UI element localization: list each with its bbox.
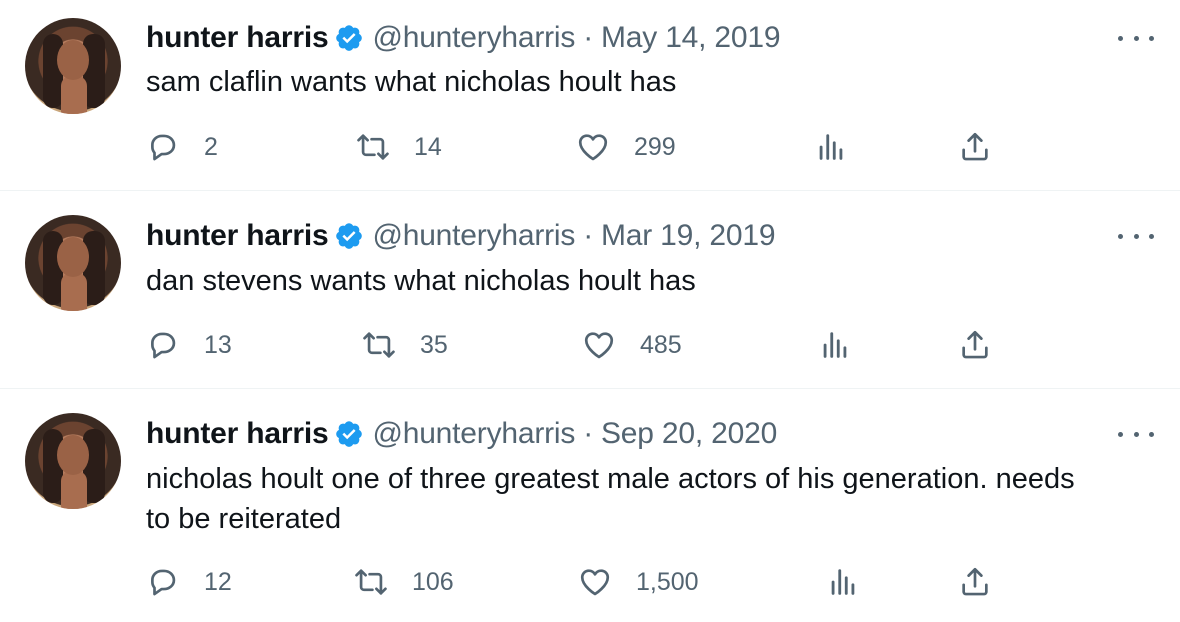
reply-icon <box>151 134 176 161</box>
views-button[interactable] <box>818 328 852 362</box>
more-icon[interactable] <box>1118 424 1154 444</box>
heart-icon <box>578 134 608 161</box>
views-icon <box>831 569 855 595</box>
tweet[interactable]: hunter harris @hunteryharris · Mar 19, 2… <box>0 191 1180 388</box>
reply-button[interactable]: 2 <box>146 130 218 164</box>
tweet-text-line: sam claflin wants what nicholas hoult ha… <box>146 66 677 98</box>
user-handle[interactable]: @hunteryharris <box>372 21 575 55</box>
reply-button[interactable]: 13 <box>146 328 232 362</box>
tweet-text-line: dan stevens wants what nicholas hoult ha… <box>146 265 696 297</box>
tweet-text: sam claflin wants what nicholas hoult ha… <box>146 62 1146 102</box>
display-name[interactable]: hunter harris <box>146 417 329 451</box>
share-icon <box>962 330 988 359</box>
more-icon[interactable] <box>1118 28 1154 48</box>
retweet-button[interactable]: 106 <box>354 565 454 599</box>
retweet-icon <box>363 332 395 358</box>
tweet-header: hunter harris @hunteryharris · Sep 20, 2… <box>146 416 777 452</box>
views-button[interactable] <box>814 130 848 164</box>
tweet[interactable]: hunter harris @hunteryharris · Sep 20, 2… <box>0 389 1180 622</box>
views-button[interactable] <box>826 565 860 599</box>
share-icon <box>962 567 988 596</box>
views-icon <box>819 134 843 160</box>
user-handle[interactable]: @hunteryharris <box>372 417 575 451</box>
retweet-button[interactable]: 14 <box>356 130 442 164</box>
tweet-date[interactable]: Mar 19, 2019 <box>601 219 776 253</box>
avatar[interactable] <box>25 413 121 509</box>
tweet-date[interactable]: May 14, 2019 <box>601 21 781 55</box>
avatar[interactable] <box>25 18 121 114</box>
reply-icon <box>151 569 176 596</box>
reply-count: 2 <box>204 132 218 161</box>
separator: · <box>583 21 593 54</box>
reply-count: 12 <box>204 567 232 596</box>
tweet[interactable]: hunter harris @hunteryharris · May 14, 2… <box>0 0 1180 190</box>
reply-button[interactable]: 12 <box>146 565 232 599</box>
like-button[interactable]: 1,500 <box>578 565 699 599</box>
reply-icon <box>151 332 176 359</box>
tweet-date[interactable]: Sep 20, 2020 <box>601 417 777 451</box>
retweet-icon <box>355 569 387 595</box>
display-name[interactable]: hunter harris <box>146 21 329 55</box>
reply-count: 13 <box>204 330 232 359</box>
share-button[interactable] <box>958 565 992 599</box>
heart-icon <box>584 332 614 359</box>
user-handle[interactable]: @hunteryharris <box>372 219 575 253</box>
verified-badge-icon <box>336 25 363 51</box>
retweet-count: 35 <box>420 330 448 359</box>
like-count: 1,500 <box>636 567 699 596</box>
display-name[interactable]: hunter harris <box>146 219 329 253</box>
tweet-text: dan stevens wants what nicholas hoult ha… <box>146 261 1146 301</box>
like-count: 485 <box>640 330 682 359</box>
verified-badge-icon <box>336 421 363 447</box>
tweet-feed: hunter harris @hunteryharris · May 14, 2… <box>0 0 1180 622</box>
retweet-count: 14 <box>414 132 442 161</box>
tweet-text-line: nicholas hoult one of three greatest mal… <box>146 463 1075 495</box>
avatar[interactable] <box>25 215 121 311</box>
views-icon <box>823 332 847 358</box>
like-button[interactable]: 485 <box>582 328 682 362</box>
tweet-text: nicholas hoult one of three greatest mal… <box>146 459 1146 539</box>
retweet-button[interactable]: 35 <box>362 328 448 362</box>
heart-icon <box>580 569 610 596</box>
retweet-icon <box>357 134 389 160</box>
share-button[interactable] <box>958 328 992 362</box>
more-icon[interactable] <box>1118 226 1154 246</box>
verified-badge-icon <box>336 223 363 249</box>
like-button[interactable]: 299 <box>576 130 676 164</box>
separator: · <box>583 219 593 252</box>
tweet-text-line: to be reiterated <box>146 503 342 535</box>
share-icon <box>962 132 988 161</box>
share-button[interactable] <box>958 130 992 164</box>
retweet-count: 106 <box>412 567 454 596</box>
tweet-header: hunter harris @hunteryharris · Mar 19, 2… <box>146 218 776 254</box>
like-count: 299 <box>634 132 676 161</box>
tweet-header: hunter harris @hunteryharris · May 14, 2… <box>146 20 781 56</box>
separator: · <box>583 417 593 450</box>
